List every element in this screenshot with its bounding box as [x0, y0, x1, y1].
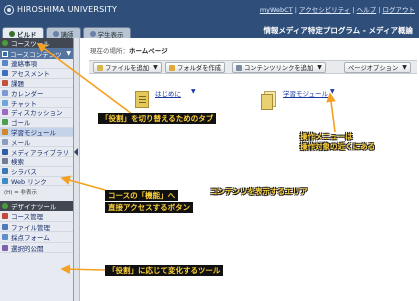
chevron-down-icon[interactable]: ▼: [66, 50, 71, 57]
tool-icon: [2, 89, 8, 96]
sidebar-item[interactable]: Web リンク: [0, 177, 73, 187]
mywebct-link[interactable]: myWebCT: [260, 6, 293, 14]
help-link[interactable]: ヘルプ: [357, 6, 377, 14]
breadcrumb: 現在の場所：ホームページ: [90, 47, 168, 55]
designer-tools-icon: [2, 203, 8, 210]
sidebar-item-label: メール: [11, 138, 31, 147]
content-item-label[interactable]: 学習モジュール: [283, 88, 328, 98]
sidebar-item-label: 課題: [11, 80, 24, 88]
sidebar-item-course-content[interactable]: コースコンテンツ ▼: [0, 48, 73, 59]
designer-tool-label: コース管理: [11, 213, 44, 222]
designer-tool-label: 選択的公開: [11, 244, 44, 253]
accessibility-link[interactable]: アクセシビリティ: [299, 6, 350, 14]
tool-icon: [2, 148, 8, 155]
logout-link[interactable]: ログアウト: [383, 6, 416, 14]
chevron-down-icon: ▼: [402, 64, 407, 71]
student-icon: [89, 30, 96, 37]
top-links: myWebCT | アクセシビリティ | ヘルプ | ログアウト: [259, 6, 416, 14]
folder-icon: [169, 64, 175, 71]
sidebar-item-label: カレンダー: [11, 89, 44, 98]
sidebar-item-label: メディアライブラリ: [11, 148, 70, 157]
collapse-arrow-icon[interactable]: [74, 148, 78, 156]
breadcrumb-current: ホームページ: [129, 47, 168, 55]
content-toolbar: ファイルを追加 ▼ フォルダを作成 コンテンツリンクを追加 ▼ ページオプション…: [89, 60, 417, 74]
build-icon: [9, 30, 15, 37]
designer-tool-item[interactable]: ファイル管理: [0, 222, 73, 233]
annotation-action-menu-2: 操作対象の近くにある: [300, 142, 375, 151]
tool-icon: [2, 177, 8, 184]
annotation-designer-tools: 「役割」に応じて変化するツール: [105, 265, 224, 276]
sidebar-item-label: アセスメント: [11, 70, 50, 79]
link-icon: [236, 64, 242, 71]
tool-icon: [2, 168, 8, 175]
designer-tools-list: コース管理 ファイル管理 採点フォーム 選択的公開: [0, 211, 73, 254]
sidebar-item-label: ディスカッション: [11, 109, 63, 118]
tab-instructor[interactable]: 講師: [45, 27, 81, 39]
create-folder-button[interactable]: フォルダを作成: [165, 62, 226, 73]
tab-student-view[interactable]: 学生表示: [82, 27, 131, 39]
sidebar-collapse-bar[interactable]: [74, 38, 80, 301]
action-menu-icon[interactable]: ▼: [191, 88, 196, 95]
tool-icon: [2, 128, 8, 135]
sidebar-item-label: シラバス: [11, 168, 37, 177]
add-content-link-button[interactable]: コンテンツリンクを追加 ▼: [232, 62, 326, 73]
add-file-button[interactable]: ファイルを追加 ▼: [93, 62, 162, 73]
sidebar-item-label: Web リンク: [11, 177, 47, 186]
course-tools-icon: [2, 40, 8, 46]
tool-icon: [2, 244, 8, 251]
page-options-button[interactable]: ページオプション ▼: [344, 62, 411, 73]
tool-icon: [2, 70, 8, 77]
role-tabs: ビルド 講師 学生表示: [0, 27, 131, 39]
tool-icon: [2, 109, 8, 116]
tool-icon: [2, 213, 8, 220]
tool-icon: [2, 158, 8, 165]
sidebar-item-label: ゴール: [11, 119, 31, 128]
tool-icon: [2, 234, 8, 241]
chevron-down-icon: ▼: [153, 64, 158, 71]
tool-icon: [2, 119, 8, 126]
tool-icon: [2, 138, 8, 145]
learning-module-icon: [261, 91, 277, 110]
sidebar-item-label: 検索: [11, 158, 24, 167]
document-icon: [135, 91, 149, 108]
tool-icon: [2, 99, 8, 106]
tab-build[interactable]: ビルド: [2, 27, 44, 39]
sidebar-item-label: チャット: [11, 99, 37, 108]
course-tools-list: 連絡事項 アセスメント 課題 カレンダー チャット ディスカッション ゴール 学習モジュールメ…: [0, 59, 73, 187]
app-header: HIROSHIMA UNIVERSITY myWebCT | アクセシビリティ …: [0, 0, 419, 39]
file-icon: [97, 64, 103, 71]
chevron-down-icon: ▼: [317, 64, 322, 71]
university-name: HIROSHIMA UNIVERSITY: [17, 5, 118, 14]
designer-tool-label: 採点フォーム: [11, 234, 50, 243]
annotation-role-tabs: 「役割」を切り替えるためのタブ: [98, 113, 217, 124]
university-logo-icon: [4, 5, 14, 15]
designer-tool-label: ファイル管理: [11, 223, 50, 232]
course-title: 情報メディア特定プログラム - メディア概論: [263, 26, 413, 35]
designer-tool-item[interactable]: 選択的公開: [0, 243, 73, 254]
tool-icon: [2, 60, 8, 67]
sidebar-item-label: 学習モジュール: [11, 128, 57, 137]
annotation-content-area: コンテンツを表示するエリア: [210, 187, 308, 196]
main-content: 現在の場所：ホームページ ファイルを追加 ▼ フォルダを作成 コンテンツリンクを…: [81, 38, 419, 301]
designer-tools-header: デザイナツール: [0, 201, 73, 212]
designer-tool-item[interactable]: コース管理: [0, 211, 73, 222]
annotation-tools-1: コースの「機能」へ: [105, 190, 179, 201]
hidden-note: (H) = 非表示: [4, 190, 38, 197]
tool-icon: [2, 223, 8, 230]
instructor-icon: [52, 30, 59, 37]
action-menu-icon[interactable]: ▼: [330, 88, 335, 95]
sidebar-item-label: 連絡事項: [11, 60, 37, 69]
designer-tool-item[interactable]: 採点フォーム: [0, 232, 73, 243]
annotation-tools-2: 直接アクセスするボタン: [105, 202, 194, 213]
annotation-action-menu-1: 操作メニューは: [300, 132, 353, 141]
tool-icon: [2, 79, 8, 86]
course-tools-header: コースツール: [0, 38, 73, 48]
sidebar: コースツール コースコンテンツ ▼ 連絡事項 アセスメント 課題 カレンダー チャットデ…: [0, 38, 74, 301]
course-content-icon: [2, 50, 8, 57]
content-item-label[interactable]: はじめに: [155, 88, 181, 98]
